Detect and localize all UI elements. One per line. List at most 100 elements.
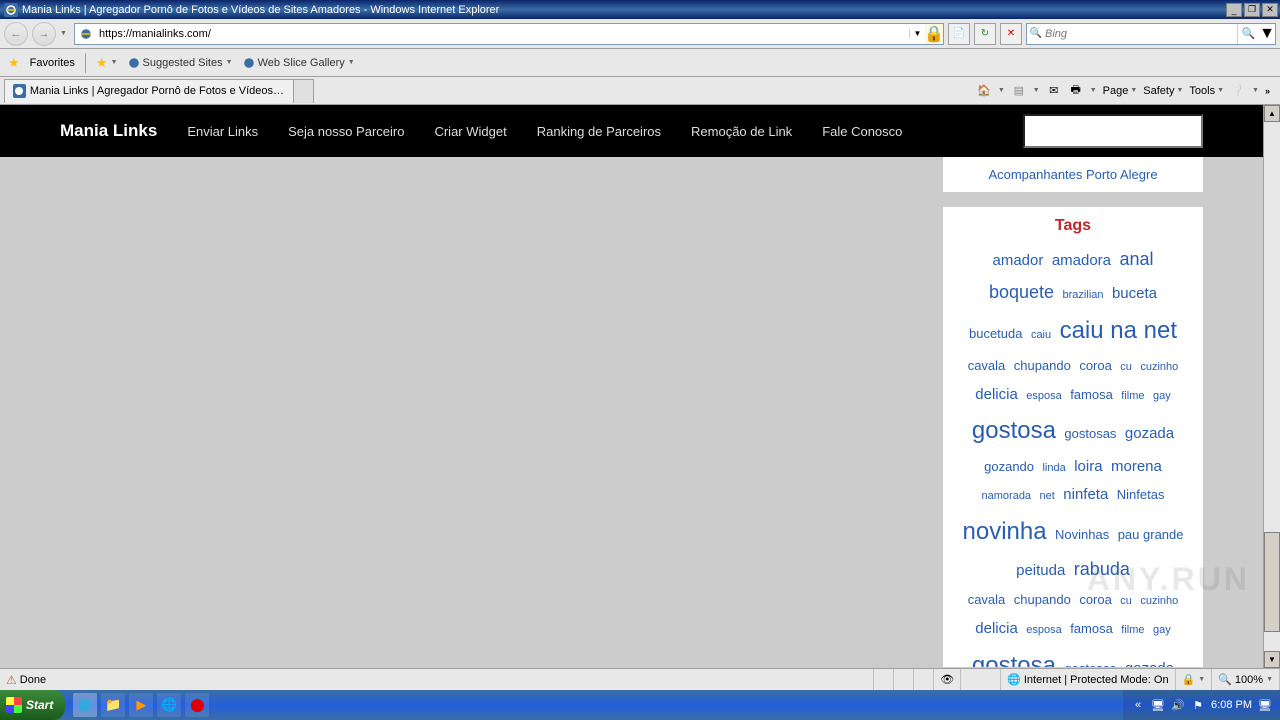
compat-button[interactable]: 📄: [948, 23, 970, 45]
tag-link[interactable]: gozada: [1125, 660, 1174, 667]
home-icon[interactable]: 🏠: [976, 83, 992, 99]
tag-link[interactable]: chupando: [1014, 358, 1071, 373]
tag-link[interactable]: delicia: [975, 620, 1018, 637]
scroll-up-button[interactable]: ▲: [1264, 105, 1280, 122]
tag-link[interactable]: amadora: [1052, 252, 1111, 269]
tag-link[interactable]: linda: [1042, 462, 1065, 474]
back-button[interactable]: ←: [4, 22, 28, 46]
nav-remocao[interactable]: Remoção de Link: [691, 124, 792, 139]
tag-link[interactable]: delicia: [975, 386, 1018, 403]
safety-menu[interactable]: Safety▼: [1143, 85, 1183, 97]
nav-ranking[interactable]: Ranking de Parceiros: [537, 124, 661, 139]
site-logo[interactable]: Mania Links: [60, 121, 157, 141]
tag-link[interactable]: cavala: [968, 592, 1006, 607]
tag-link[interactable]: amador: [993, 252, 1044, 269]
help-icon[interactable]: ❔: [1230, 83, 1246, 99]
tag-link[interactable]: cuzinho: [1140, 361, 1178, 373]
privacy-cell[interactable]: 👁: [934, 669, 961, 690]
tray-expand-icon[interactable]: «: [1131, 698, 1145, 712]
tag-link[interactable]: anal: [1119, 249, 1153, 269]
add-favorite-button[interactable]: ★▼: [96, 55, 118, 71]
tag-link[interactable]: net: [1040, 490, 1055, 502]
stop-button[interactable]: ✕: [1000, 23, 1022, 45]
nav-contato[interactable]: Fale Conosco: [822, 124, 902, 139]
tag-link[interactable]: cavala: [968, 358, 1006, 373]
tray-volume-icon[interactable]: 🔊: [1171, 698, 1185, 712]
tag-link[interactable]: coroa: [1079, 592, 1112, 607]
tag-link[interactable]: cuzinho: [1140, 595, 1178, 607]
tag-link[interactable]: gozada: [1125, 425, 1174, 442]
scroll-down-button[interactable]: ▼: [1264, 651, 1280, 668]
lock-icon[interactable]: 🔒: [925, 24, 943, 44]
tag-link[interactable]: namorada: [982, 490, 1032, 502]
new-tab-button[interactable]: [294, 79, 314, 103]
taskbar-explorer-icon[interactable]: 📁: [101, 693, 125, 717]
search-dropdown[interactable]: ▼: [1259, 25, 1275, 43]
tag-link[interactable]: bucetuda: [969, 326, 1023, 341]
tag-link[interactable]: ninfeta: [1063, 486, 1108, 503]
tag-link[interactable]: buceta: [1112, 285, 1157, 302]
tag-link[interactable]: gostosas: [1064, 661, 1116, 667]
suggested-sites-link[interactable]: Suggested Sites▼: [128, 57, 233, 69]
tag-link[interactable]: novinha: [963, 518, 1047, 545]
browser-tab[interactable]: Mania Links | Agregador Pornô de Fotos e…: [4, 79, 294, 103]
print-icon[interactable]: 🖶: [1068, 83, 1084, 99]
tag-link[interactable]: chupando: [1014, 592, 1071, 607]
taskbar-app-icon[interactable]: ⬤: [185, 693, 209, 717]
nav-history-dropdown[interactable]: ▼: [60, 30, 70, 37]
url-input[interactable]: [97, 26, 909, 42]
favorites-label[interactable]: Favorites: [30, 57, 75, 69]
tag-link[interactable]: peituda: [1016, 562, 1065, 579]
nav-enviar[interactable]: Enviar Links: [187, 124, 258, 139]
forward-button[interactable]: →: [32, 22, 56, 46]
tag-link[interactable]: cu: [1120, 361, 1132, 373]
tag-link[interactable]: caiu na net: [1060, 317, 1177, 344]
taskbar-ie-icon[interactable]: [73, 693, 97, 717]
zoom-cell[interactable]: 🔍 100% ▼: [1212, 669, 1280, 690]
tag-link[interactable]: esposa: [1026, 624, 1061, 636]
search-go-button[interactable]: 🔍: [1237, 24, 1259, 44]
search-input[interactable]: [1045, 28, 1237, 40]
tools-menu[interactable]: Tools▼: [1189, 85, 1224, 97]
start-button[interactable]: Start: [0, 690, 65, 720]
tag-link[interactable]: caiu: [1031, 329, 1051, 341]
sidebar-link[interactable]: Acompanhantes Porto Alegre: [988, 167, 1157, 182]
tag-link[interactable]: gostosas: [1064, 426, 1116, 441]
zone-cell[interactable]: 🌐 Internet | Protected Mode: On: [1001, 669, 1175, 690]
tag-link[interactable]: gay: [1153, 624, 1171, 636]
search-box[interactable]: 🔍 🔍 ▼: [1026, 23, 1276, 45]
tray-network-icon[interactable]: 🖥: [1151, 698, 1165, 712]
tag-link[interactable]: Ninfetas: [1117, 487, 1165, 502]
tag-link[interactable]: esposa: [1026, 390, 1061, 402]
tag-link[interactable]: loira: [1074, 458, 1102, 475]
tag-link[interactable]: filme: [1121, 390, 1144, 402]
tag-link[interactable]: morena: [1111, 458, 1162, 475]
overflow-icon[interactable]: »: [1265, 86, 1270, 96]
address-dropdown[interactable]: ▼: [909, 29, 925, 38]
tag-link[interactable]: gay: [1153, 390, 1171, 402]
tag-link[interactable]: boquete: [989, 282, 1054, 302]
vertical-scrollbar[interactable]: ▲ ▼: [1263, 105, 1280, 668]
webslice-link[interactable]: Web Slice Gallery▼: [243, 57, 355, 69]
taskbar-chrome-icon[interactable]: 🌐: [157, 693, 181, 717]
nav-parceiro[interactable]: Seja nosso Parceiro: [288, 124, 404, 139]
minimize-button[interactable]: _: [1226, 3, 1242, 17]
page-menu[interactable]: Page▼: [1103, 85, 1138, 97]
protected-mode-cell[interactable]: 🔒▼: [1176, 669, 1213, 690]
rss-icon[interactable]: ▤: [1011, 83, 1027, 99]
refresh-button[interactable]: ↻: [974, 23, 996, 45]
site-search-input[interactable]: [1023, 114, 1203, 148]
mail-icon[interactable]: ✉: [1046, 83, 1062, 99]
tray-desktop-icon[interactable]: 🖥: [1258, 698, 1272, 712]
tag-link[interactable]: gostosa: [972, 417, 1056, 444]
taskbar-media-icon[interactable]: ▶: [129, 693, 153, 717]
tag-link[interactable]: pau grande: [1118, 527, 1184, 542]
tray-clock[interactable]: 6:08 PM: [1211, 699, 1252, 711]
tag-link[interactable]: famosa: [1070, 621, 1113, 636]
scroll-thumb[interactable]: [1264, 532, 1280, 632]
scroll-track[interactable]: [1264, 122, 1280, 651]
tag-link[interactable]: gostosa: [972, 652, 1056, 667]
nav-widget[interactable]: Criar Widget: [434, 124, 506, 139]
close-button[interactable]: ✕: [1262, 3, 1278, 17]
address-bar[interactable]: ▼ 🔒: [74, 23, 944, 45]
